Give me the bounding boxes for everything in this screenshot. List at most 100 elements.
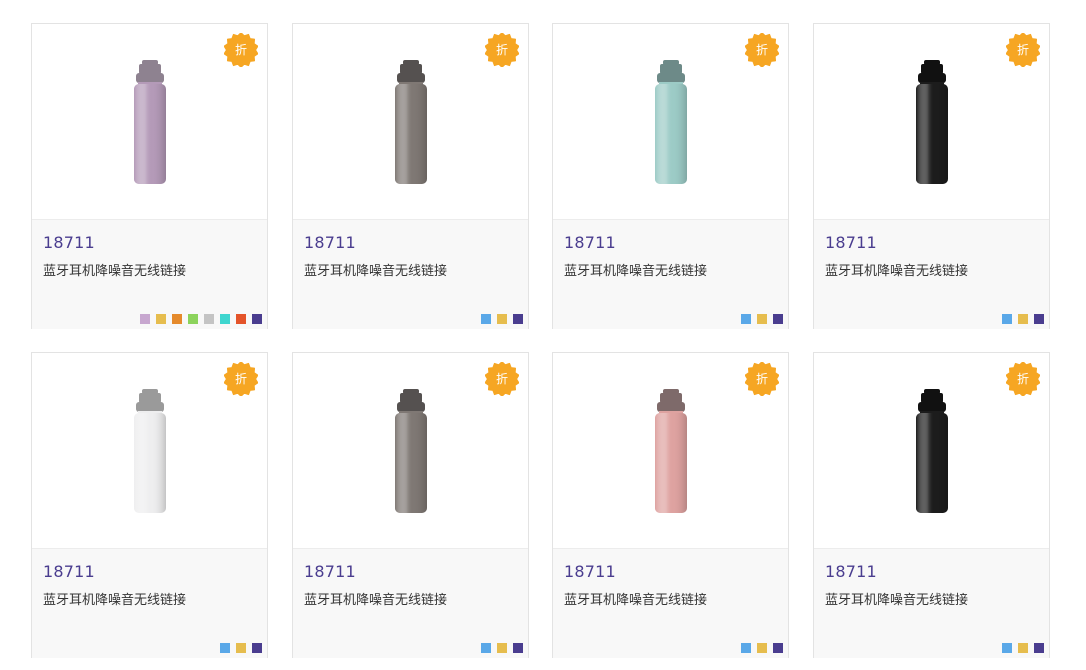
discount-badge: 折 xyxy=(1006,33,1040,67)
product-image[interactable]: 折 xyxy=(553,353,788,548)
color-swatch[interactable] xyxy=(773,643,783,653)
product-card[interactable]: 折 18711 蓝牙耳机降噪音无线链接 xyxy=(31,23,268,329)
color-swatch[interactable] xyxy=(1034,314,1044,324)
product-title[interactable]: 蓝牙耳机降噪音无线链接 xyxy=(564,260,707,279)
bottle-image xyxy=(912,60,952,186)
discount-badge: 折 xyxy=(485,33,519,67)
color-swatch[interactable] xyxy=(741,314,751,324)
bottle-image xyxy=(391,60,431,186)
color-swatch[interactable] xyxy=(204,314,214,324)
color-swatch[interactable] xyxy=(156,314,166,324)
color-swatches xyxy=(1002,643,1044,653)
product-grid: 折 18711 蓝牙耳机降噪音无线链接折 18711 蓝牙耳机降噪音无线链接折 18711… xyxy=(0,0,1086,670)
color-swatch[interactable] xyxy=(497,314,507,324)
product-title[interactable]: 蓝牙耳机降噪音无线链接 xyxy=(304,589,447,608)
bottle-image xyxy=(130,389,170,515)
discount-badge: 折 xyxy=(485,362,519,396)
color-swatches xyxy=(1002,314,1044,324)
color-swatch[interactable] xyxy=(220,643,230,653)
product-image[interactable]: 折 xyxy=(293,353,528,548)
color-swatch[interactable] xyxy=(513,314,523,324)
product-code: 18711 xyxy=(43,233,95,252)
discount-badge-label: 折 xyxy=(495,43,508,57)
color-swatch[interactable] xyxy=(252,314,262,324)
product-title[interactable]: 蓝牙耳机降噪音无线链接 xyxy=(825,589,968,608)
discount-badge: 折 xyxy=(224,33,258,67)
color-swatch[interactable] xyxy=(497,643,507,653)
color-swatches xyxy=(741,314,783,324)
product-code: 18711 xyxy=(825,233,877,252)
product-code: 18711 xyxy=(304,233,356,252)
product-card[interactable]: 折 18711 蓝牙耳机降噪音无线链接 xyxy=(552,23,789,329)
discount-badge: 折 xyxy=(224,362,258,396)
discount-badge-label: 折 xyxy=(234,43,247,57)
product-code: 18711 xyxy=(43,562,95,581)
product-code: 18711 xyxy=(304,562,356,581)
color-swatch[interactable] xyxy=(757,314,767,324)
product-image[interactable]: 折 xyxy=(32,24,267,219)
color-swatch[interactable] xyxy=(773,314,783,324)
color-swatch[interactable] xyxy=(1018,643,1028,653)
discount-badge-label: 折 xyxy=(234,372,247,386)
product-title[interactable]: 蓝牙耳机降噪音无线链接 xyxy=(43,589,186,608)
product-card[interactable]: 折 18711 蓝牙耳机降噪音无线链接 xyxy=(31,352,268,658)
color-swatch[interactable] xyxy=(481,314,491,324)
bottle-image xyxy=(912,389,952,515)
product-image[interactable]: 折 xyxy=(814,353,1049,548)
color-swatch[interactable] xyxy=(741,643,751,653)
product-title[interactable]: 蓝牙耳机降噪音无线链接 xyxy=(43,260,186,279)
product-info: 18711 蓝牙耳机降噪音无线链接 xyxy=(293,548,528,658)
color-swatch[interactable] xyxy=(1002,643,1012,653)
color-swatches xyxy=(140,314,262,324)
color-swatches xyxy=(741,643,783,653)
discount-badge-label: 折 xyxy=(1016,43,1029,57)
product-info: 18711 蓝牙耳机降噪音无线链接 xyxy=(814,548,1049,658)
color-swatch[interactable] xyxy=(513,643,523,653)
product-card[interactable]: 折 18711 蓝牙耳机降噪音无线链接 xyxy=(813,352,1050,658)
product-card[interactable]: 折 18711 蓝牙耳机降噪音无线链接 xyxy=(552,352,789,658)
color-swatch[interactable] xyxy=(172,314,182,324)
product-info: 18711 蓝牙耳机降噪音无线链接 xyxy=(814,219,1049,329)
bottle-image xyxy=(651,389,691,515)
color-swatches xyxy=(481,643,523,653)
bottle-image xyxy=(651,60,691,186)
color-swatch[interactable] xyxy=(236,643,246,653)
product-info: 18711 蓝牙耳机降噪音无线链接 xyxy=(32,548,267,658)
product-card[interactable]: 折 18711 蓝牙耳机降噪音无线链接 xyxy=(292,23,529,329)
color-swatch[interactable] xyxy=(757,643,767,653)
product-title[interactable]: 蓝牙耳机降噪音无线链接 xyxy=(304,260,447,279)
discount-badge: 折 xyxy=(745,362,779,396)
product-image[interactable]: 折 xyxy=(32,353,267,548)
color-swatch[interactable] xyxy=(220,314,230,324)
discount-badge: 折 xyxy=(745,33,779,67)
discount-badge-label: 折 xyxy=(755,43,768,57)
color-swatch[interactable] xyxy=(188,314,198,324)
product-image[interactable]: 折 xyxy=(293,24,528,219)
color-swatch[interactable] xyxy=(481,643,491,653)
product-card[interactable]: 折 18711 蓝牙耳机降噪音无线链接 xyxy=(292,352,529,658)
product-info: 18711 蓝牙耳机降噪音无线链接 xyxy=(553,219,788,329)
color-swatch[interactable] xyxy=(140,314,150,324)
color-swatch[interactable] xyxy=(1002,314,1012,324)
product-title[interactable]: 蓝牙耳机降噪音无线链接 xyxy=(825,260,968,279)
discount-badge-label: 折 xyxy=(755,372,768,386)
product-code: 18711 xyxy=(564,233,616,252)
product-info: 18711 蓝牙耳机降噪音无线链接 xyxy=(553,548,788,658)
product-image[interactable]: 折 xyxy=(814,24,1049,219)
color-swatch[interactable] xyxy=(236,314,246,324)
product-info: 18711 蓝牙耳机降噪音无线链接 xyxy=(293,219,528,329)
discount-badge: 折 xyxy=(1006,362,1040,396)
product-code: 18711 xyxy=(825,562,877,581)
color-swatches xyxy=(220,643,262,653)
discount-badge-label: 折 xyxy=(1016,372,1029,386)
color-swatch[interactable] xyxy=(1034,643,1044,653)
product-image[interactable]: 折 xyxy=(553,24,788,219)
product-title[interactable]: 蓝牙耳机降噪音无线链接 xyxy=(564,589,707,608)
color-swatches xyxy=(481,314,523,324)
product-card[interactable]: 折 18711 蓝牙耳机降噪音无线链接 xyxy=(813,23,1050,329)
bottle-image xyxy=(130,60,170,186)
product-code: 18711 xyxy=(564,562,616,581)
color-swatch[interactable] xyxy=(1018,314,1028,324)
product-info: 18711 蓝牙耳机降噪音无线链接 xyxy=(32,219,267,329)
color-swatch[interactable] xyxy=(252,643,262,653)
